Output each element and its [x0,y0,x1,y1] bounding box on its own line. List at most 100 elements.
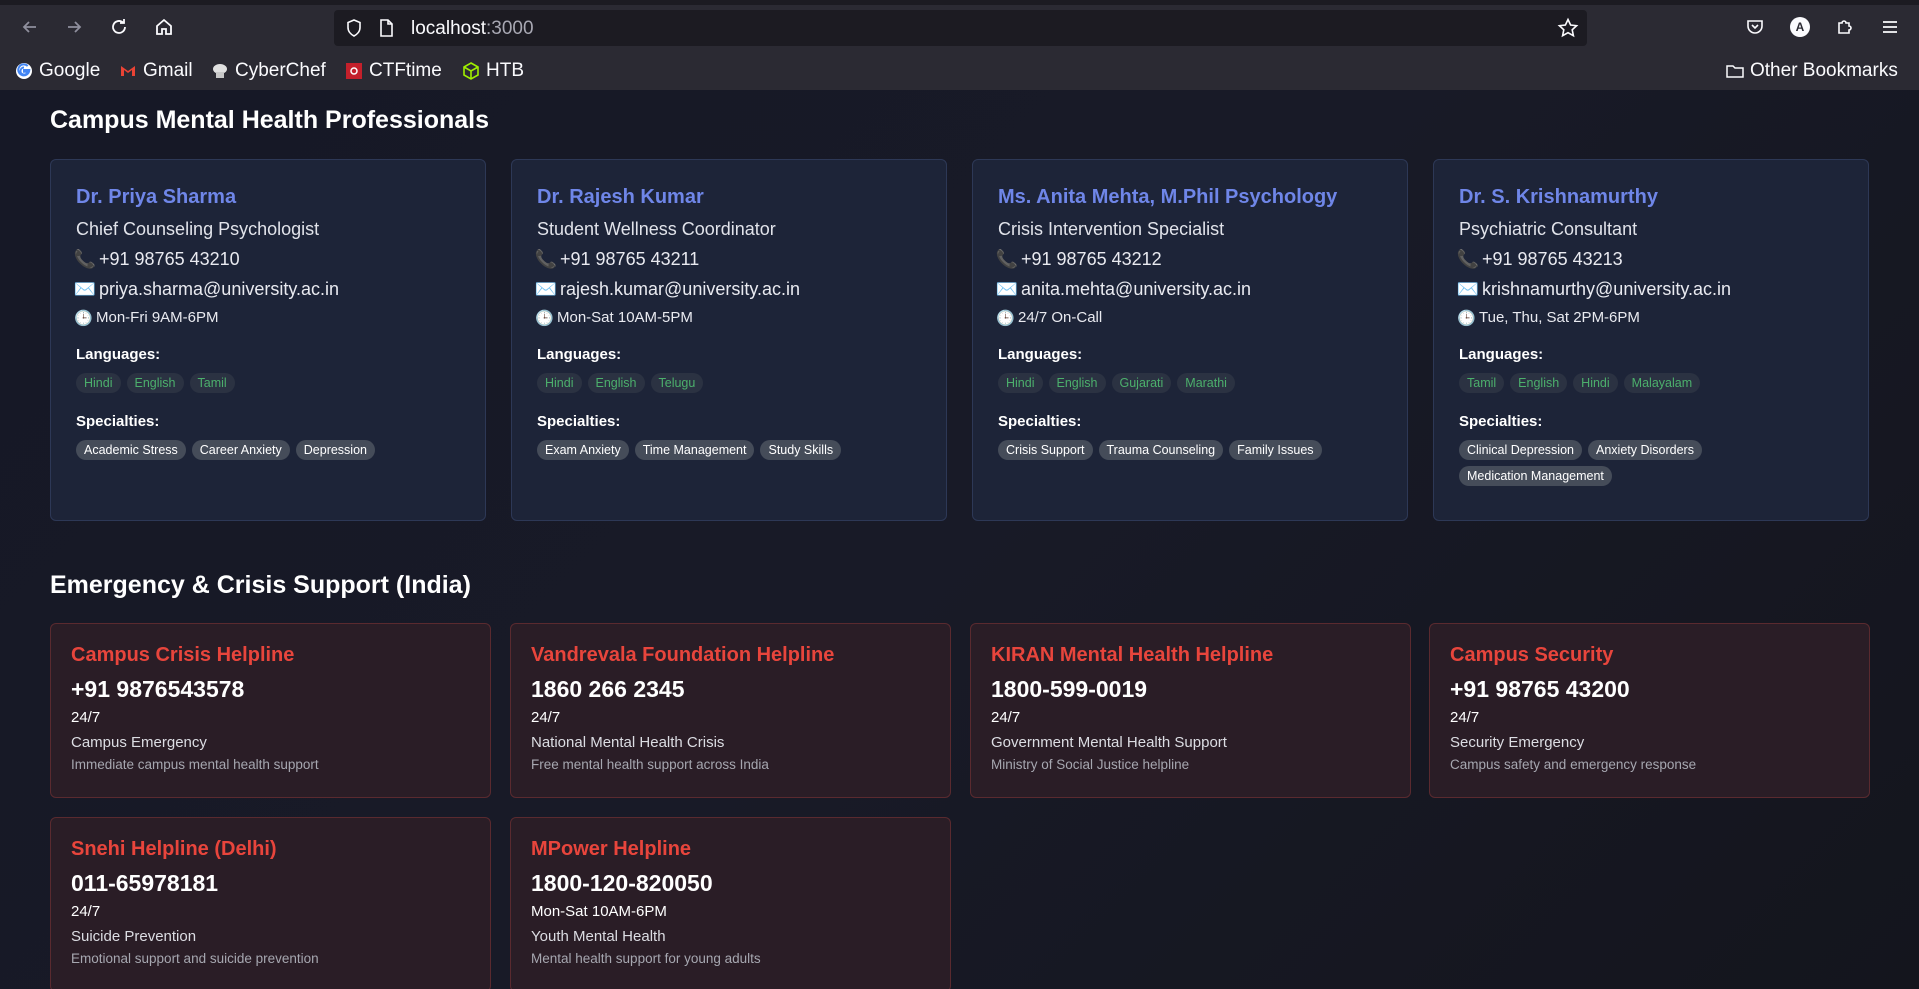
folder-icon [1725,61,1745,81]
professional-name: Dr. Rajesh Kumar [537,186,704,208]
specialty-tag: Career Anxiety [191,440,290,460]
envelope-icon: ✉️ [534,279,558,299]
shield-icon[interactable] [344,18,364,38]
envelope-icon: ✉️ [73,279,97,299]
helpline-phone[interactable]: 1800-120-820050 [531,870,930,897]
bookmark-htb[interactable]: HTB [461,58,524,84]
helpline-hours: 24/7 [1450,709,1480,726]
back-button[interactable] [16,13,44,41]
phone-line[interactable]: 📞 +91 98765 43212 [995,249,1382,270]
helpline-description: Mental health support for young adults [531,951,761,966]
home-button[interactable] [150,13,178,41]
language-tag: English [126,373,184,393]
helpline-phone[interactable]: +91 9876543578 [71,676,470,703]
url-text[interactable]: localhost:3000 [411,18,534,40]
google-icon [14,61,34,81]
browser-chrome: localhost:3000 A Google Gmail CyberChef … [0,0,1919,90]
specialty-tags: Crisis Support Trauma Counseling Family … [998,440,1382,460]
menu-button[interactable] [1876,13,1904,41]
language-tag: Malayalam [1623,373,1701,393]
specialty-tag: Study Skills [760,440,842,460]
professional-role: Chief Counseling Psychologist [76,219,320,239]
page-icon[interactable] [376,18,396,38]
pocket-button[interactable] [1741,13,1769,41]
languages-label: Languages: [1459,346,1544,363]
arrow-left-icon [22,21,36,33]
helpline-card[interactable]: Snehi Helpline (Delhi) 011-65978181 24/7… [50,817,491,989]
star-icon[interactable] [1557,17,1579,39]
email-line[interactable]: ✉️ rajesh.kumar@university.ac.in [534,279,921,300]
reload-button[interactable] [105,13,133,41]
emergency-section-title: Emergency & Crisis Support (India) [50,571,471,599]
professional-role: Student Wellness Coordinator [537,219,776,239]
clock-icon: 🕒 [1457,309,1476,327]
helpline-description: Immediate campus mental health support [71,757,319,772]
bookmark-google[interactable]: Google [14,58,100,84]
helpline-phone[interactable]: 1800-599-0019 [991,676,1390,703]
helpline-name: Campus Security [1450,644,1614,666]
helpline-phone[interactable]: 1860 266 2345 [531,676,930,703]
helpline-phone[interactable]: 011-65978181 [71,870,470,897]
helpline-card[interactable]: KIRAN Mental Health Helpline 1800-599-00… [970,623,1411,798]
extensions-button[interactable] [1831,13,1859,41]
specialty-tags: Clinical Depression Anxiety Disorders Me… [1459,440,1843,486]
envelope-icon: ✉️ [1456,279,1480,299]
ctftime-icon [344,61,364,81]
forward-button[interactable] [60,13,88,41]
helpline-name: Vandrevala Foundation Helpline [531,644,835,666]
helpline-card[interactable]: Campus Security +91 98765 43200 24/7 Sec… [1429,623,1870,798]
helpline-description: Campus safety and emergency response [1450,757,1697,772]
helpline-name: Campus Crisis Helpline [71,644,295,666]
hours-line: 🕒 Mon-Sat 10AM-5PM [535,309,693,327]
phone-line[interactable]: 📞 +91 98765 43213 [1457,249,1843,270]
language-tag: English [587,373,645,393]
professional-role: Crisis Intervention Specialist [998,219,1225,239]
pocket-icon [1747,20,1763,34]
htb-icon [461,61,481,81]
helpline-description: Free mental health support across India [531,757,769,772]
email-line[interactable]: ✉️ krishnamurthy@university.ac.in [1456,279,1843,300]
professional-card: Dr. S. Krishnamurthy Psychiatric Consult… [1433,159,1869,521]
cyberchef-icon [210,61,230,81]
helpline-type: National Mental Health Crisis [531,734,725,751]
bookmark-cyberchef[interactable]: CyberChef [210,58,326,84]
email-line[interactable]: ✉️ anita.mehta@university.ac.in [996,279,1382,300]
bookmark-gmail[interactable]: Gmail [118,58,193,84]
other-bookmarks[interactable]: Other Bookmarks [1725,58,1898,84]
specialties-label: Specialties: [76,413,160,430]
gmail-icon [118,61,138,81]
language-tag: Hindi [537,373,582,393]
navigation-toolbar: localhost:3000 A [0,5,1919,48]
helpline-card[interactable]: Vandrevala Foundation Helpline 1860 266 … [510,623,951,798]
helpline-hours: 24/7 [991,709,1021,726]
home-icon [156,18,172,35]
language-tag: English [1048,373,1106,393]
phone-icon: 📞 [995,249,1019,269]
hours-line: 🕒 Mon-Fri 9AM-6PM [74,309,219,327]
email-line[interactable]: ✉️ priya.sharma@university.ac.in [73,279,460,300]
phone-icon: 📞 [534,249,558,269]
phone-line[interactable]: 📞 +91 98765 43211 [534,249,921,270]
phone-line[interactable]: 📞 +91 98765 43210 [74,249,460,270]
helpline-card[interactable]: MPower Helpline 1800-120-820050 Mon-Sat … [510,817,951,989]
language-tag: Hindi [1573,373,1618,393]
bookmark-ctftime[interactable]: CTFtime [344,58,442,84]
specialty-tag: Anxiety Disorders [1588,440,1702,460]
helpline-type: Youth Mental Health [531,928,666,945]
specialty-tag: Clinical Depression [1459,440,1582,460]
helpline-description: Ministry of Social Justice helpline [991,757,1190,772]
hours-line: 🕒 Tue, Thu, Sat 2PM-6PM [1457,309,1640,327]
clock-icon: 🕒 [535,309,554,327]
account-button[interactable]: A [1786,13,1814,41]
helpline-card[interactable]: Campus Crisis Helpline +91 9876543578 24… [50,623,491,798]
clock-icon: 🕒 [74,309,93,327]
specialty-tag: Trauma Counseling [1098,440,1224,460]
clock-icon: 🕒 [996,309,1015,327]
specialties-label: Specialties: [1459,413,1543,430]
address-bar[interactable]: localhost:3000 [334,10,1587,46]
language-tag: Hindi [76,373,121,393]
specialty-tags: Academic Stress Career Anxiety Depressio… [76,440,460,460]
helpline-phone[interactable]: +91 98765 43200 [1450,676,1849,703]
languages-label: Languages: [537,346,622,363]
professional-card: Dr. Priya Sharma Chief Counseling Psycho… [50,159,486,521]
